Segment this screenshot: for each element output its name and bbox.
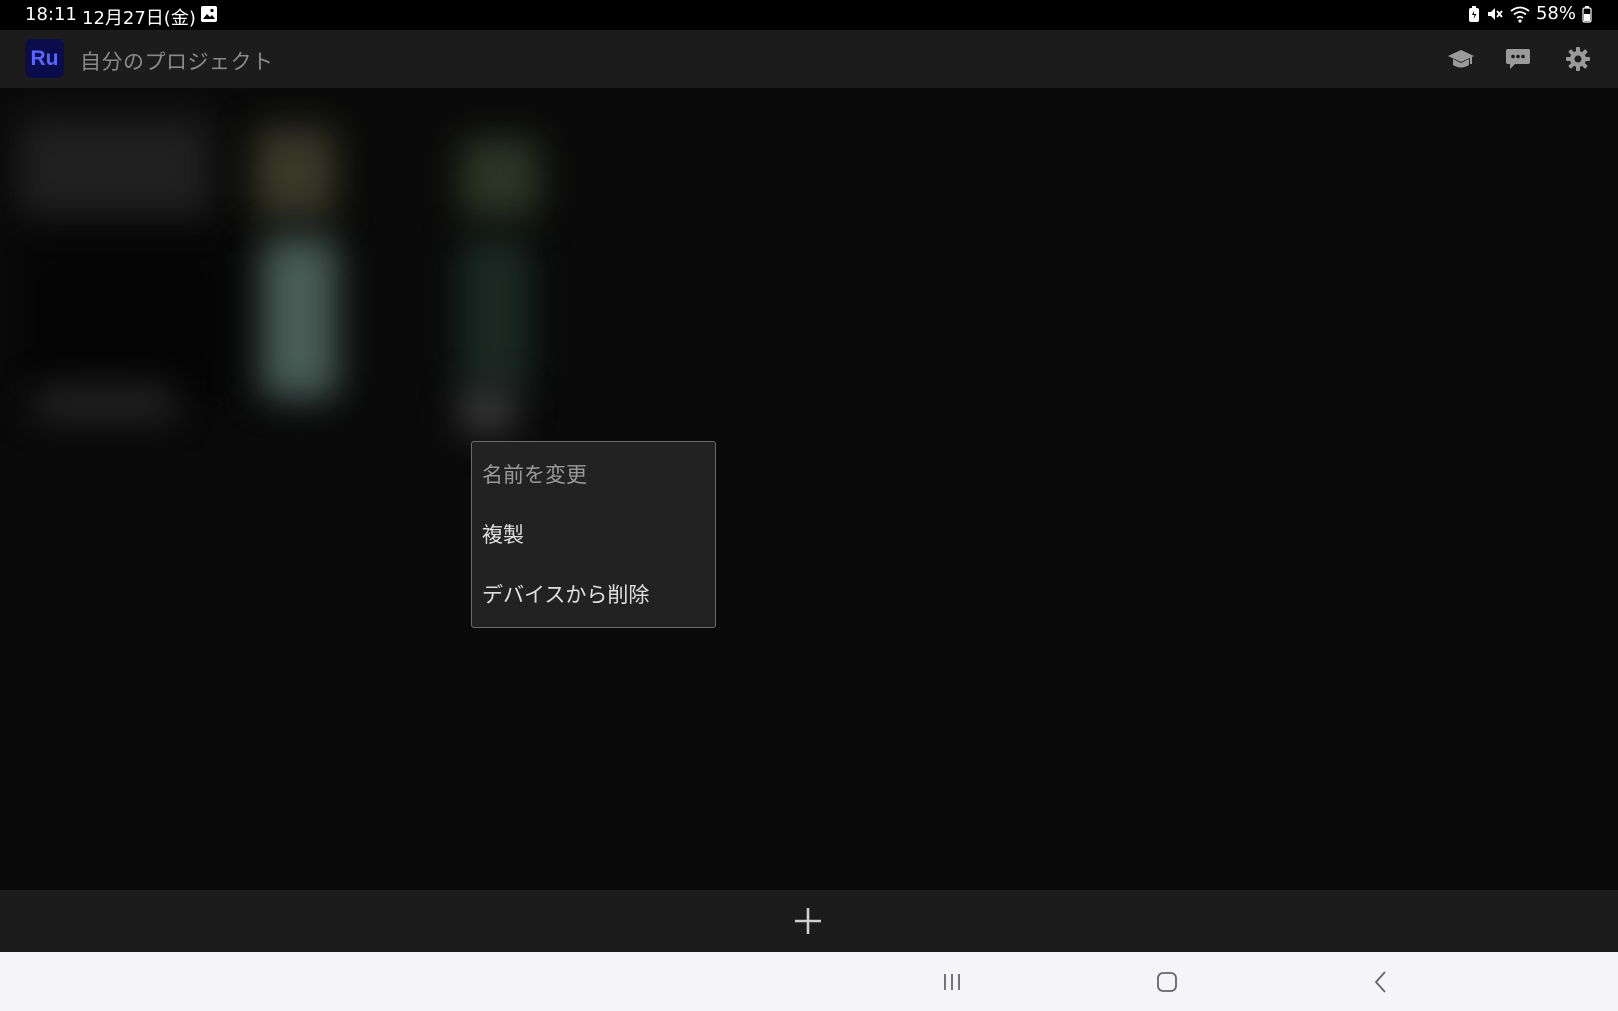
menu-item-delete-from-device[interactable]: デバイスから削除 — [482, 565, 707, 625]
project-label-blurred — [460, 388, 515, 433]
gallery-icon — [200, 5, 218, 23]
bottom-action-bar — [0, 890, 1618, 952]
add-project-button[interactable] — [793, 906, 823, 936]
project-thumbnail-blurred — [20, 238, 230, 408]
project-thumbnail-blurred — [262, 238, 337, 398]
project-thumbnail-blurred — [255, 128, 335, 218]
app-logo: Ru — [25, 39, 64, 78]
wifi-icon — [1510, 5, 1530, 23]
project-label-blurred — [35, 388, 175, 418]
page-title: 自分のプロジェクト — [80, 50, 274, 74]
status-bar: 18:11 12月27日(金) 58% — [0, 0, 1618, 30]
battery-saver-icon — [1468, 5, 1480, 23]
plus-icon — [795, 908, 821, 934]
status-time: 18:11 — [25, 4, 77, 25]
settings-icon[interactable] — [1563, 44, 1593, 74]
recents-icon[interactable] — [938, 968, 966, 996]
feedback-icon[interactable] — [1503, 44, 1533, 74]
app-bar: Ru 自分のプロジェクト — [0, 30, 1618, 88]
project-thumbnail-blurred — [460, 138, 540, 218]
project-thumbnail-blurred — [460, 238, 530, 388]
project-thumbnail-blurred — [20, 118, 210, 218]
status-date: 12月27日(金) — [82, 8, 196, 29]
home-icon[interactable] — [1153, 968, 1181, 996]
status-indicators: 58% — [1468, 3, 1592, 24]
context-menu: 名前を変更 複製 デバイスから削除 — [471, 441, 716, 628]
mute-icon — [1486, 5, 1504, 23]
learn-icon[interactable] — [1446, 44, 1476, 74]
menu-item-duplicate[interactable]: 複製 — [482, 505, 707, 565]
project-grid — [0, 88, 1618, 890]
back-icon[interactable] — [1367, 968, 1395, 996]
system-navigation-bar — [0, 952, 1618, 1011]
battery-icon — [1582, 5, 1592, 23]
battery-percent: 58% — [1535, 3, 1576, 24]
menu-item-rename[interactable]: 名前を変更 — [482, 445, 707, 505]
